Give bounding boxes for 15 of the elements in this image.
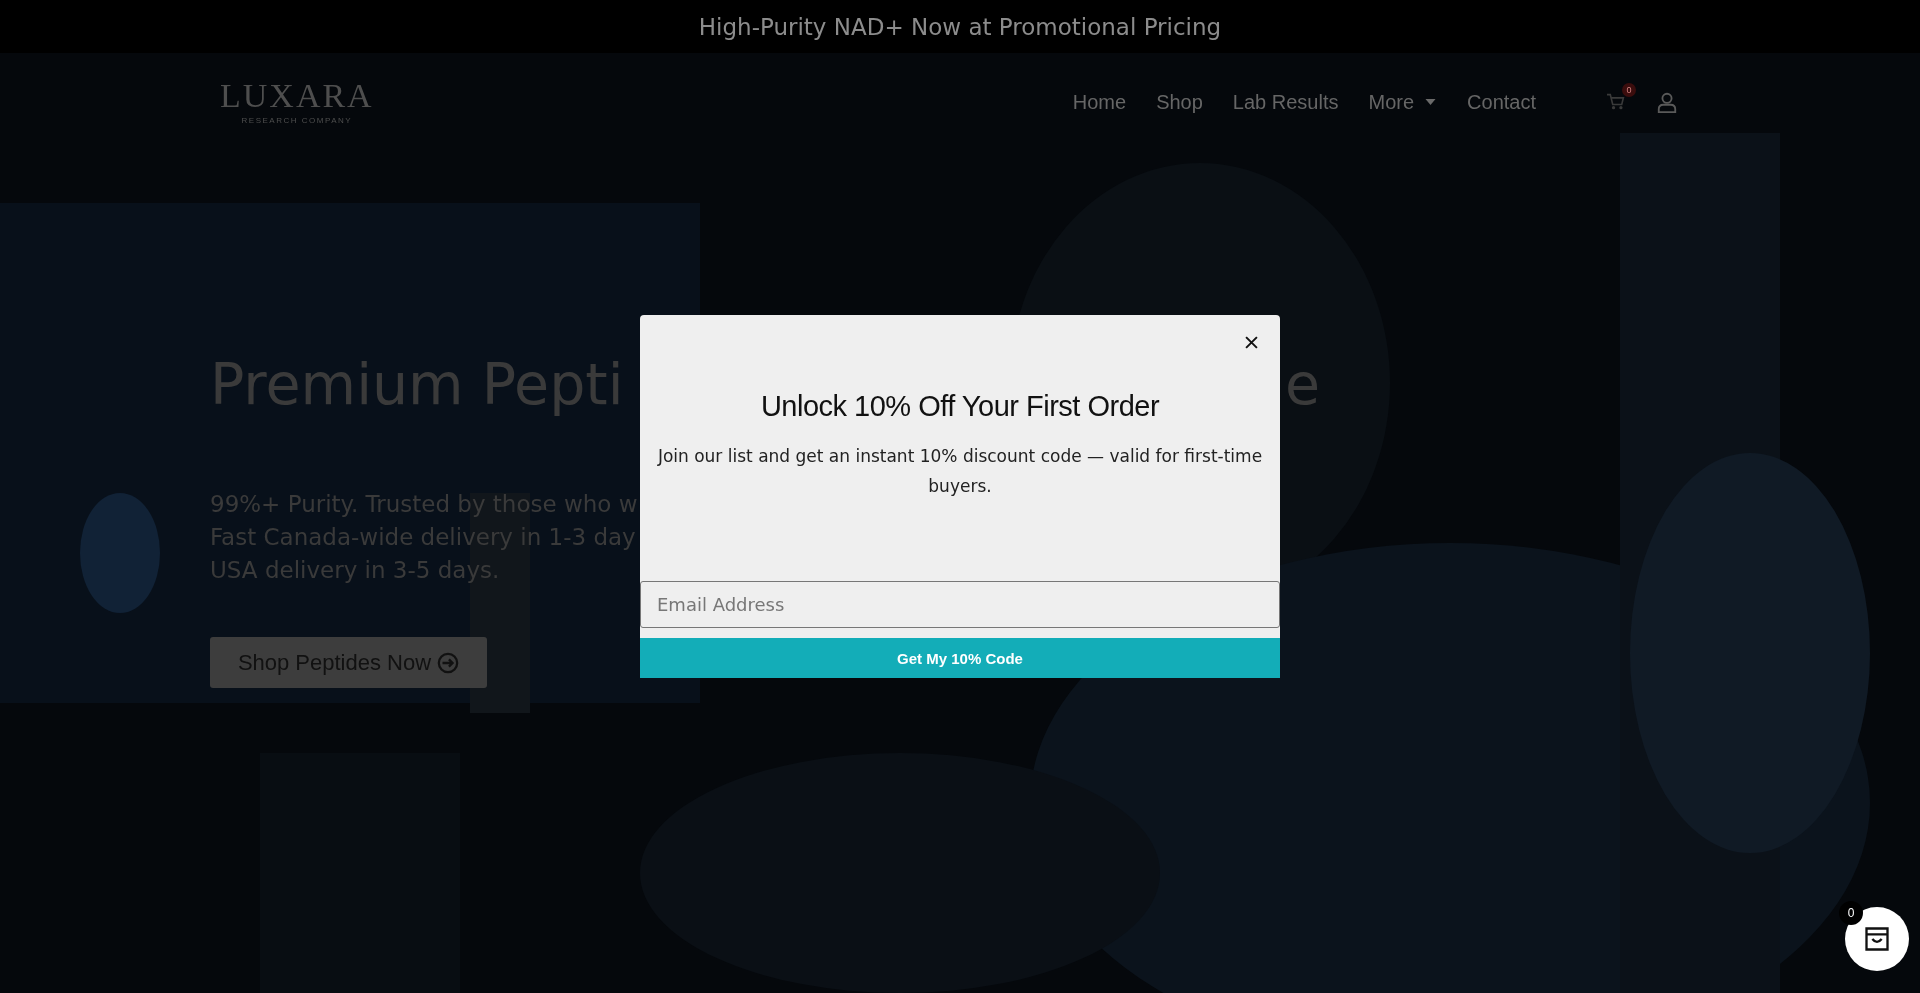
nav-link[interactable]: Shop	[1156, 90, 1203, 114]
caret-icon	[1424, 98, 1438, 106]
email-field[interactable]: Email Address	[640, 581, 1280, 628]
submit-button[interactable]: Get My 10% Code	[640, 638, 1280, 678]
popup-text: Join our list and get an instant 10% discount code — valid for first-time buyers.	[656, 445, 1264, 498]
nav-link[interactable]: Home	[1072, 90, 1127, 114]
logo[interactable]: LUXARA RESEARCH COMPANY	[220, 79, 374, 125]
nav-link[interactable]: Contact	[1467, 90, 1536, 114]
announcement-text: High-Purity NAD+ Now at Promotional Pricing	[698, 13, 1222, 40]
popup-title: Unlock 10% Off Your First Order	[760, 390, 1160, 423]
nav-link[interactable]: More	[1368, 90, 1438, 114]
bag-icon	[1863, 925, 1891, 953]
nav-link[interactable]: Lab Results	[1232, 90, 1339, 114]
user-icon[interactable]	[1656, 91, 1678, 113]
close-icon[interactable]	[1245, 336, 1258, 349]
